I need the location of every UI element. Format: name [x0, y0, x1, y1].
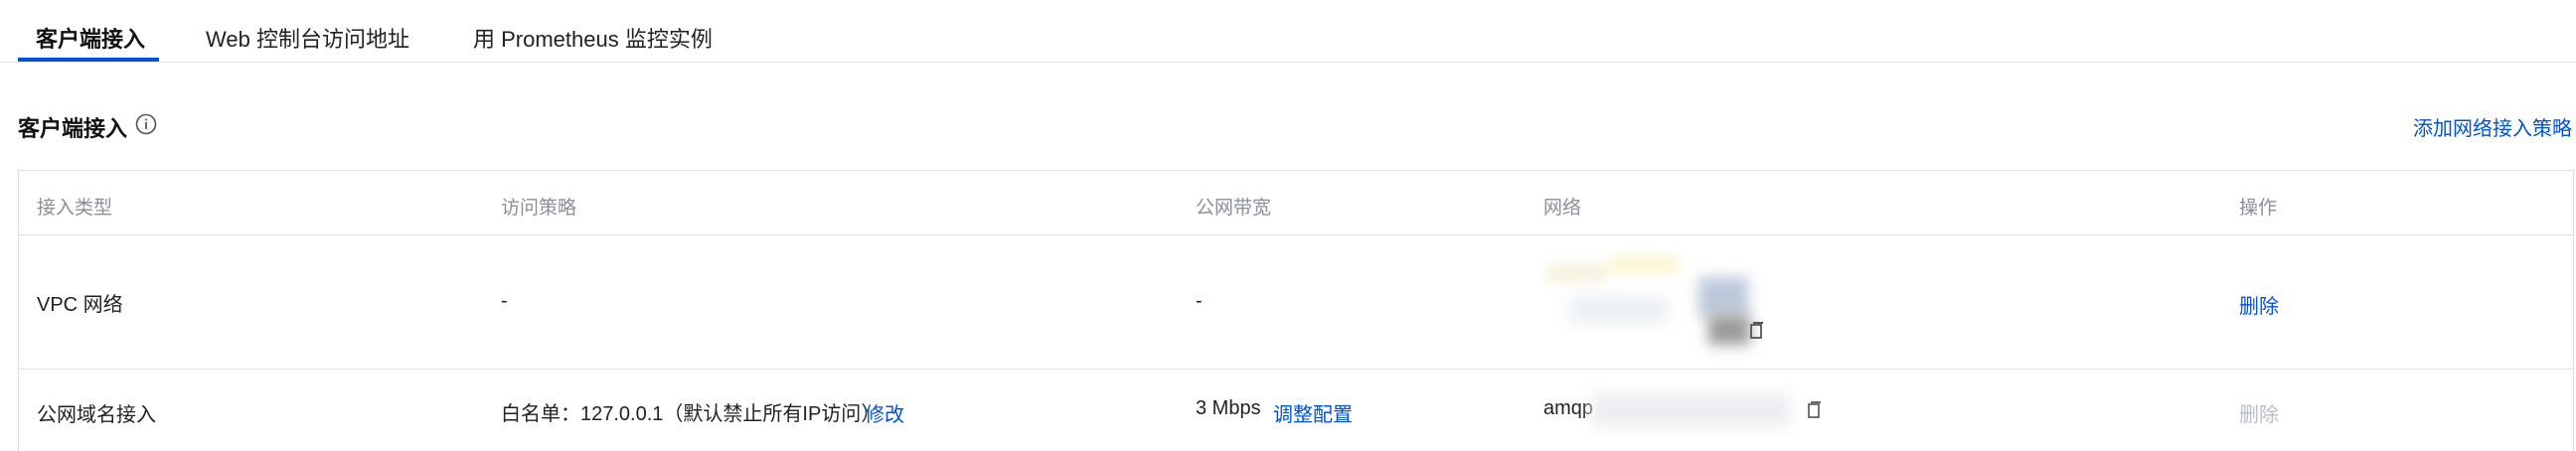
active-tab-indicator — [18, 58, 159, 62]
redacted-network-blur — [1591, 393, 1790, 427]
delete-button-disabled: 删除 — [2239, 404, 2279, 426]
access-table: 接入类型 访问策略 公网带宽 网络 操作 VPC 网络 - - 删除 公网域名接… — [18, 170, 2574, 451]
network-address-cell: amqp — [1543, 397, 1594, 419]
redacted-network-blur — [1547, 265, 1607, 281]
section-title: 客户端接入 — [18, 116, 128, 141]
column-header-public-bandwidth: 公网带宽 — [1196, 198, 1272, 219]
table-header: 接入类型 访问策略 公网带宽 网络 操作 — [19, 171, 2573, 235]
redacted-network-blur — [1698, 277, 1748, 317]
access-type-cell: 公网域名接入 — [37, 404, 156, 426]
delete-button[interactable]: 删除 — [2239, 290, 2279, 319]
access-type-cell: VPC 网络 — [37, 294, 123, 316]
adjust-config-link[interactable]: 调整配置 — [1273, 398, 1353, 427]
modify-policy-link[interactable]: 修改 — [865, 398, 904, 427]
column-header-network: 网络 — [1543, 198, 1582, 219]
tab-prometheus-monitoring[interactable]: 用 Prometheus 监控实例 — [473, 22, 713, 54]
redacted-network-blur — [1708, 315, 1750, 345]
bandwidth-cell: 3 Mbps — [1196, 397, 1261, 419]
bandwidth-cell: - — [1196, 290, 1203, 312]
redacted-network-blur — [1609, 257, 1679, 271]
column-header-access-policy: 访问策略 — [501, 198, 577, 219]
column-header-access-type: 接入类型 — [37, 198, 113, 219]
table-row: VPC 网络 - - 删除 — [19, 235, 2573, 370]
copy-icon[interactable] — [1808, 400, 1822, 418]
info-icon[interactable] — [135, 113, 157, 135]
add-network-policy-link[interactable]: 添加网络接入策略 — [2413, 112, 2572, 141]
tab-web-console-address[interactable]: Web 控制台访问地址 — [206, 22, 409, 54]
redacted-network-blur — [1569, 295, 1669, 325]
copy-icon[interactable] — [1750, 321, 1764, 339]
access-policy-cell: 白名单：127.0.0.1（默认禁止所有IP访问） — [501, 403, 882, 425]
column-header-actions: 操作 — [2239, 198, 2278, 219]
tab-bar: 客户端接入 Web 控制台访问地址 用 Prometheus 监控实例 — [0, 0, 2576, 63]
table-row: 公网域名接入 白名单：127.0.0.1（默认禁止所有IP访问） 修改 3 Mb… — [19, 370, 2573, 451]
access-policy-cell: - — [501, 290, 508, 312]
tab-client-access[interactable]: 客户端接入 — [36, 22, 145, 54]
